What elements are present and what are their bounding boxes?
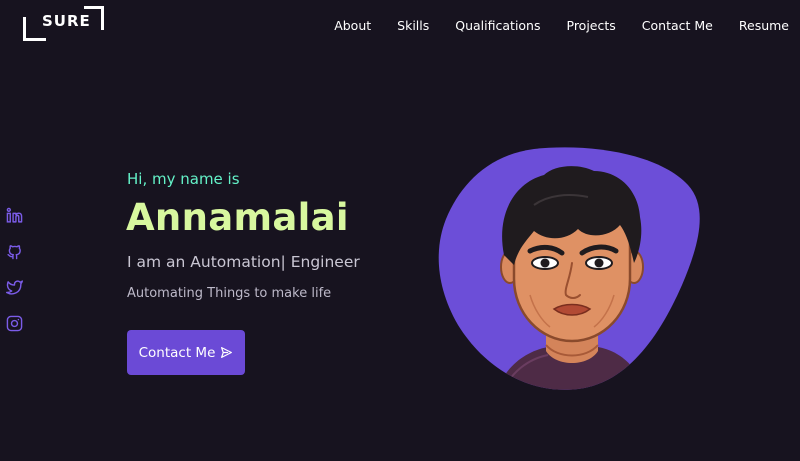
nav-resume[interactable]: Resume [739,18,789,33]
hero-greeting: Hi, my name is [127,170,240,188]
logo-text: SURE [42,12,91,30]
nav-qualifications[interactable]: Qualifications [455,18,540,33]
nav-skills[interactable]: Skills [397,18,429,33]
avatar-illustration [438,147,700,390]
portfolio-page: SURE About Skills Qualifications Project… [0,0,800,461]
nav-contact-me[interactable]: Contact Me [642,18,713,33]
hero-tagline: Automating Things to make life [127,286,332,301]
github-icon[interactable] [6,243,23,260]
hero-role: I am an Automation| Engineer [127,253,360,271]
nav-projects[interactable]: Projects [567,18,616,33]
hero-name: Annamalai [126,196,349,239]
nav-about[interactable]: About [334,18,371,33]
instagram-icon[interactable] [6,315,23,332]
twitter-icon[interactable] [6,279,23,296]
logo[interactable]: SURE [23,6,105,41]
contact-me-label: Contact Me [138,344,216,361]
linkedin-icon[interactable] [6,207,23,224]
send-icon [221,347,233,358]
top-nav: About Skills Qualifications Projects Con… [334,18,789,33]
contact-me-button[interactable]: Contact Me [127,330,245,375]
social-links [6,207,23,332]
